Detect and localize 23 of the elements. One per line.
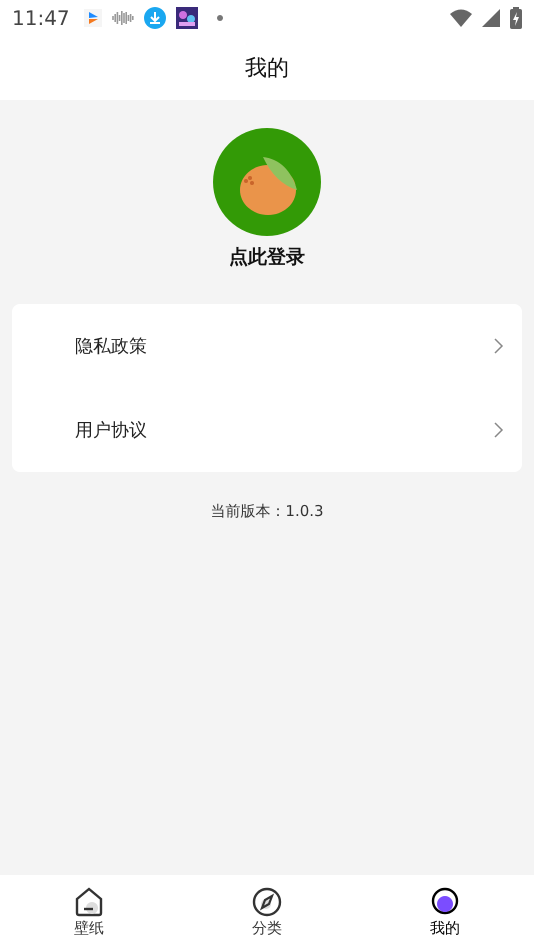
download-icon: [144, 6, 166, 28]
chevron-icon: [494, 338, 504, 354]
login-link[interactable]: 点此登录: [229, 244, 305, 270]
version-text: 当前版本：1.0.3: [210, 502, 324, 521]
profile-icon: [430, 886, 460, 916]
compass-icon: [252, 886, 282, 916]
home-icon: [74, 886, 104, 916]
thumbnail-icon: [176, 6, 198, 28]
page-title: 我的: [245, 54, 289, 82]
battery-icon: [510, 6, 522, 28]
nav-tab[interactable]: 分类: [178, 875, 356, 949]
wifi-icon: [450, 8, 472, 26]
avatar-tangerine-icon[interactable]: [213, 128, 321, 236]
menu-item[interactable]: 用户协议: [12, 388, 522, 472]
nav-tab[interactable]: 壁纸: [0, 875, 178, 949]
play-app-icon: [84, 8, 102, 26]
soundwave-icon: [112, 10, 134, 26]
status-time: 11:47: [12, 6, 70, 30]
chevron-icon: [494, 422, 504, 438]
signal-icon: [482, 8, 500, 26]
menu-item[interactable]: 隐私政策: [12, 304, 522, 388]
nav-tab[interactable]: 我的: [356, 875, 534, 949]
notification-dot-icon: [216, 14, 224, 22]
